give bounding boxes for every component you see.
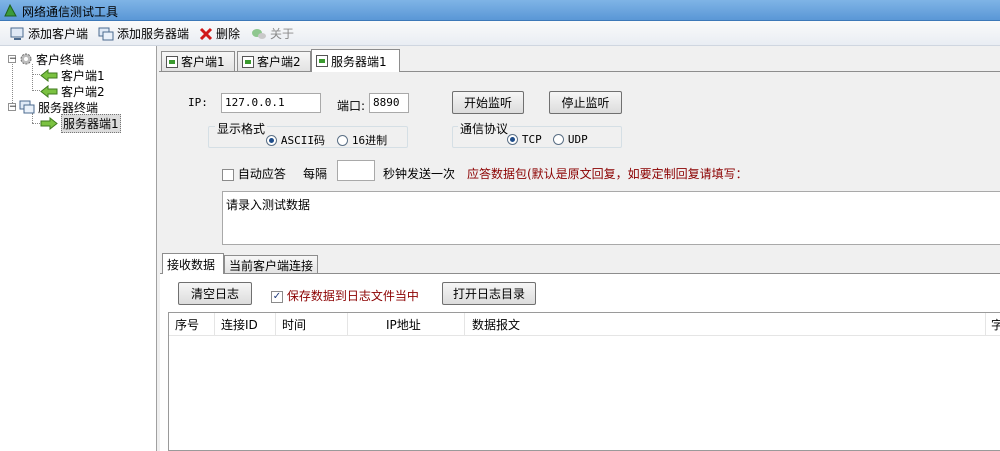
format-hex-option[interactable]: 16进制 <box>337 132 387 148</box>
tree-item-client1[interactable]: 客户端1 <box>40 67 105 83</box>
column-header-extra[interactable]: 字 <box>986 313 1000 336</box>
format-ascii-option[interactable]: ASCII码 <box>266 132 325 148</box>
tab-server1-label: 服务器端1 <box>331 54 387 69</box>
about-icon <box>252 28 266 39</box>
every-label: 每隔 <box>303 167 328 181</box>
tab-receive-data[interactable]: 接收数据 <box>162 253 224 274</box>
arrow-left-icon <box>40 84 58 98</box>
protocol-tcp-label: TCP <box>521 133 542 146</box>
start-listen-button[interactable]: 开始监听 <box>452 91 524 114</box>
tab-client1-label: 客户端1 <box>181 55 225 69</box>
column-header-ip[interactable]: IP地址 <box>348 313 465 336</box>
delete-icon <box>199 27 213 40</box>
gear-icon <box>20 53 32 65</box>
title-bar[interactable]: 网络通信测试工具 <box>0 0 1000 21</box>
terminal-tree: − 客户终端 客户端1 客户端2 − 服务器终端 服务器端1 <box>0 46 157 451</box>
data-table[interactable]: 序号 连接ID 时间 IP地址 数据报文 字 <box>168 312 1000 451</box>
tab-current-connections[interactable]: 当前客户端连接 <box>224 255 318 274</box>
add-server-button[interactable]: 添加服务器端 <box>98 25 189 42</box>
checkbox-checked-icon[interactable]: ✓ <box>271 290 283 303</box>
auto-reply-label: 自动应答 <box>237 167 286 181</box>
tab-page-icon <box>316 55 328 67</box>
tab-client2[interactable]: 客户端2 <box>237 51 311 71</box>
add-server-label: 添加服务器端 <box>117 27 190 41</box>
add-client-button[interactable]: 添加客户端 <box>10 25 88 42</box>
stop-listen-button[interactable]: 停止监听 <box>549 91 622 114</box>
radio-icon[interactable] <box>266 135 277 146</box>
delete-button[interactable]: 删除 <box>199 25 240 42</box>
port-label: 端口: <box>337 99 366 113</box>
tab-page-icon <box>242 55 254 68</box>
format-hex-label: 16进制 <box>351 134 388 147</box>
add-server-icon <box>98 27 114 40</box>
port-input[interactable]: 8890 <box>369 93 409 113</box>
format-ascii-label: ASCII码 <box>280 134 325 147</box>
auto-reply-option[interactable]: 自动应答 <box>222 165 286 182</box>
tab-server1[interactable]: 服务器端1 <box>311 49 400 72</box>
radio-icon[interactable] <box>337 135 348 146</box>
protocol-udp-label: UDP <box>567 133 588 146</box>
ip-label: IP: <box>188 96 208 109</box>
server-icon <box>19 100 35 114</box>
add-client-icon <box>10 27 24 40</box>
save-to-file-label: 保存数据到日志文件当中 <box>286 289 419 303</box>
column-header-connection-id[interactable]: 连接ID <box>215 313 276 336</box>
ip-input[interactable]: 127.0.0.1 <box>221 93 321 113</box>
toolbar: 添加客户端 添加服务器端 删除 关于 <box>0 21 1000 46</box>
protocol-label: 通信协议 <box>458 120 511 137</box>
display-format-label: 显示格式 <box>215 120 268 137</box>
save-to-file-option[interactable]: ✓ 保存数据到日志文件当中 <box>271 287 419 304</box>
tree-client-root[interactable]: − 客户终端 <box>8 51 84 67</box>
tab-client2-label: 客户端2 <box>257 55 301 69</box>
reply-hint-label: 应答数据包(默认是原文回复，如要定制回复请填写： <box>467 167 748 181</box>
tree-item-server1[interactable]: 服务器端1 <box>40 113 121 133</box>
tree-item-client2-label: 客户端2 <box>61 84 105 99</box>
column-header-payload[interactable]: 数据报文 <box>465 313 986 336</box>
clear-log-button[interactable]: 清空日志 <box>178 282 252 305</box>
protocol-tcp-option[interactable]: TCP <box>507 132 542 146</box>
radio-icon[interactable] <box>507 134 518 145</box>
tree-client-root-label: 客户终端 <box>36 52 85 67</box>
about-label: 关于 <box>270 27 295 41</box>
arrow-left-icon <box>40 68 58 82</box>
arrow-right-icon <box>40 116 58 130</box>
collapse-icon[interactable]: − <box>8 55 17 64</box>
tab-client1[interactable]: 客户端1 <box>161 51 235 71</box>
radio-icon[interactable] <box>553 134 564 145</box>
open-log-dir-button[interactable]: 打开日志目录 <box>442 282 536 305</box>
tab-page-icon <box>166 55 178 68</box>
protocol-udp-option[interactable]: UDP <box>553 132 588 146</box>
send-once-label: 秒钟发送一次 <box>383 167 456 181</box>
column-header-time[interactable]: 时间 <box>276 313 348 336</box>
checkbox-icon[interactable] <box>222 168 234 181</box>
column-header-index[interactable]: 序号 <box>169 313 215 336</box>
window-title: 网络通信测试工具 <box>22 5 119 19</box>
tree-item-client1-label: 客户端1 <box>61 68 105 83</box>
collapse-icon[interactable]: − <box>8 103 17 112</box>
about-button[interactable]: 关于 <box>251 25 294 42</box>
tree-item-client2[interactable]: 客户端2 <box>40 83 105 99</box>
add-client-label: 添加客户端 <box>28 27 89 41</box>
app-icon <box>4 4 17 17</box>
delete-label: 删除 <box>216 27 241 41</box>
test-data-textarea[interactable]: 请录入测试数据 <box>222 191 1000 245</box>
interval-input[interactable] <box>337 160 375 181</box>
table-header: 序号 连接ID 时间 IP地址 数据报文 字 <box>169 313 1000 336</box>
tree-item-server1-label: 服务器端1 <box>61 113 121 133</box>
